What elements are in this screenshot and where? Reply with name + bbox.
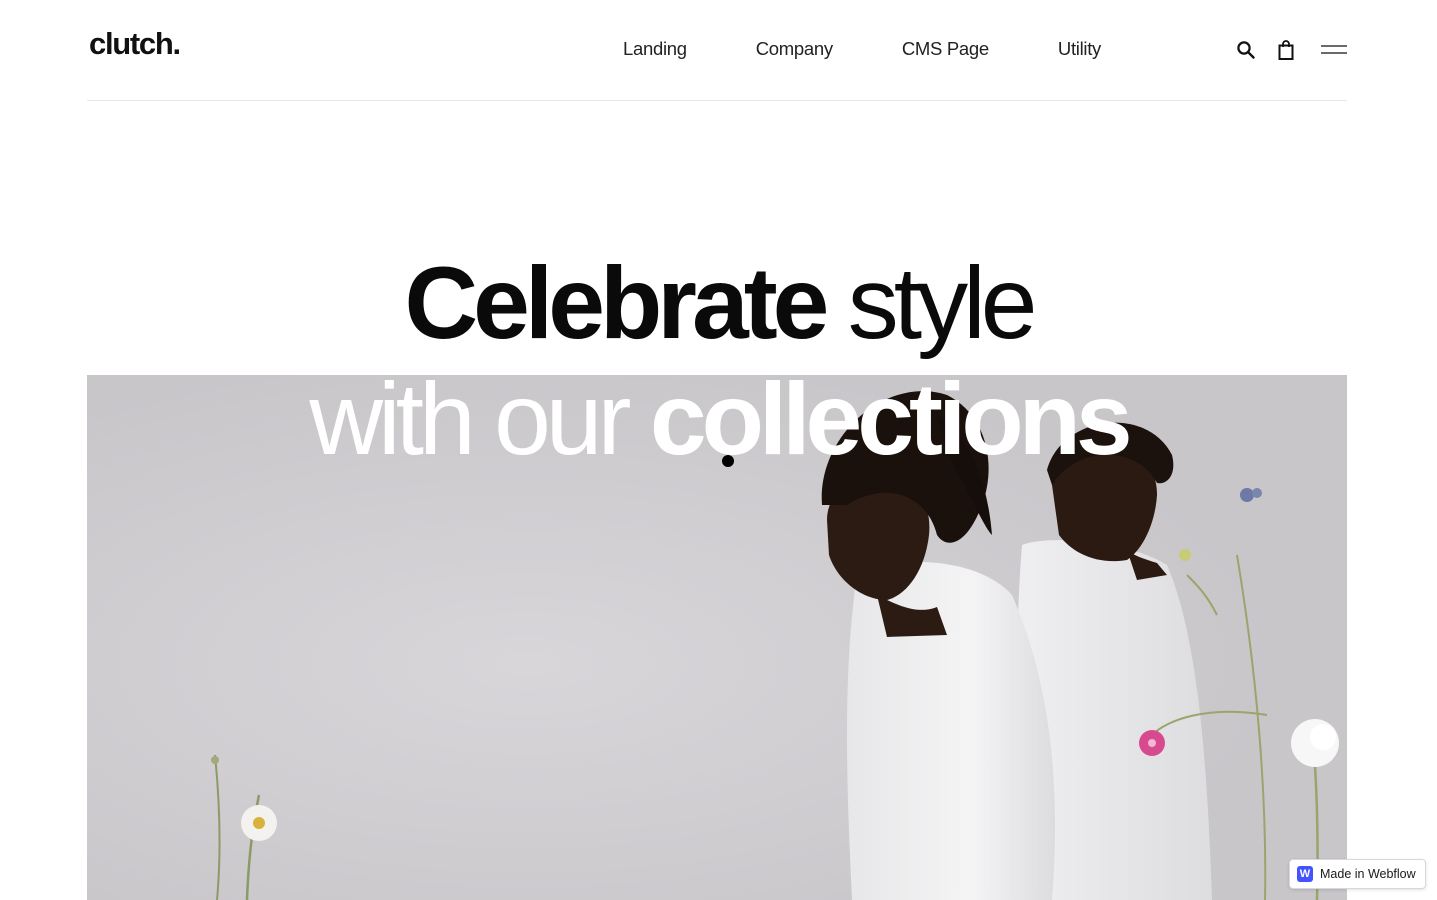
search-button[interactable] — [1234, 38, 1258, 62]
headline-word-celebrate: Celebrate — [404, 246, 830, 360]
nav-item-cms-page[interactable]: CMS Page — [902, 38, 989, 60]
nav-item-landing[interactable]: Landing — [623, 38, 687, 60]
nav-item-utility[interactable]: Utility — [1058, 38, 1101, 60]
nav-item-company[interactable]: Company — [756, 38, 833, 60]
hamburger-menu-icon — [1321, 45, 1347, 54]
search-icon — [1237, 41, 1255, 59]
headline-word-with-our: with our — [309, 362, 650, 476]
site-header: clutch. Landing Company CMS Page Utility — [87, 0, 1347, 101]
cart-button[interactable] — [1274, 38, 1298, 62]
webflow-badge-label: Made in Webflow — [1320, 867, 1416, 881]
hero-headline: Celebrate style with our collections — [0, 252, 1437, 484]
main-nav: Landing Company CMS Page Utility — [623, 38, 1101, 60]
custom-cursor-dot — [722, 455, 734, 467]
made-in-webflow-badge[interactable]: W Made in Webflow — [1289, 859, 1426, 889]
headline-line-2: with our collections — [0, 368, 1437, 484]
menu-button[interactable] — [1320, 38, 1348, 62]
webflow-logo-icon: W — [1297, 866, 1313, 882]
headline-line-1: Celebrate style — [0, 252, 1437, 368]
brand-logo[interactable]: clutch. — [89, 26, 181, 62]
headline-word-style: style — [824, 246, 1038, 360]
shopping-bag-icon — [1278, 40, 1294, 60]
